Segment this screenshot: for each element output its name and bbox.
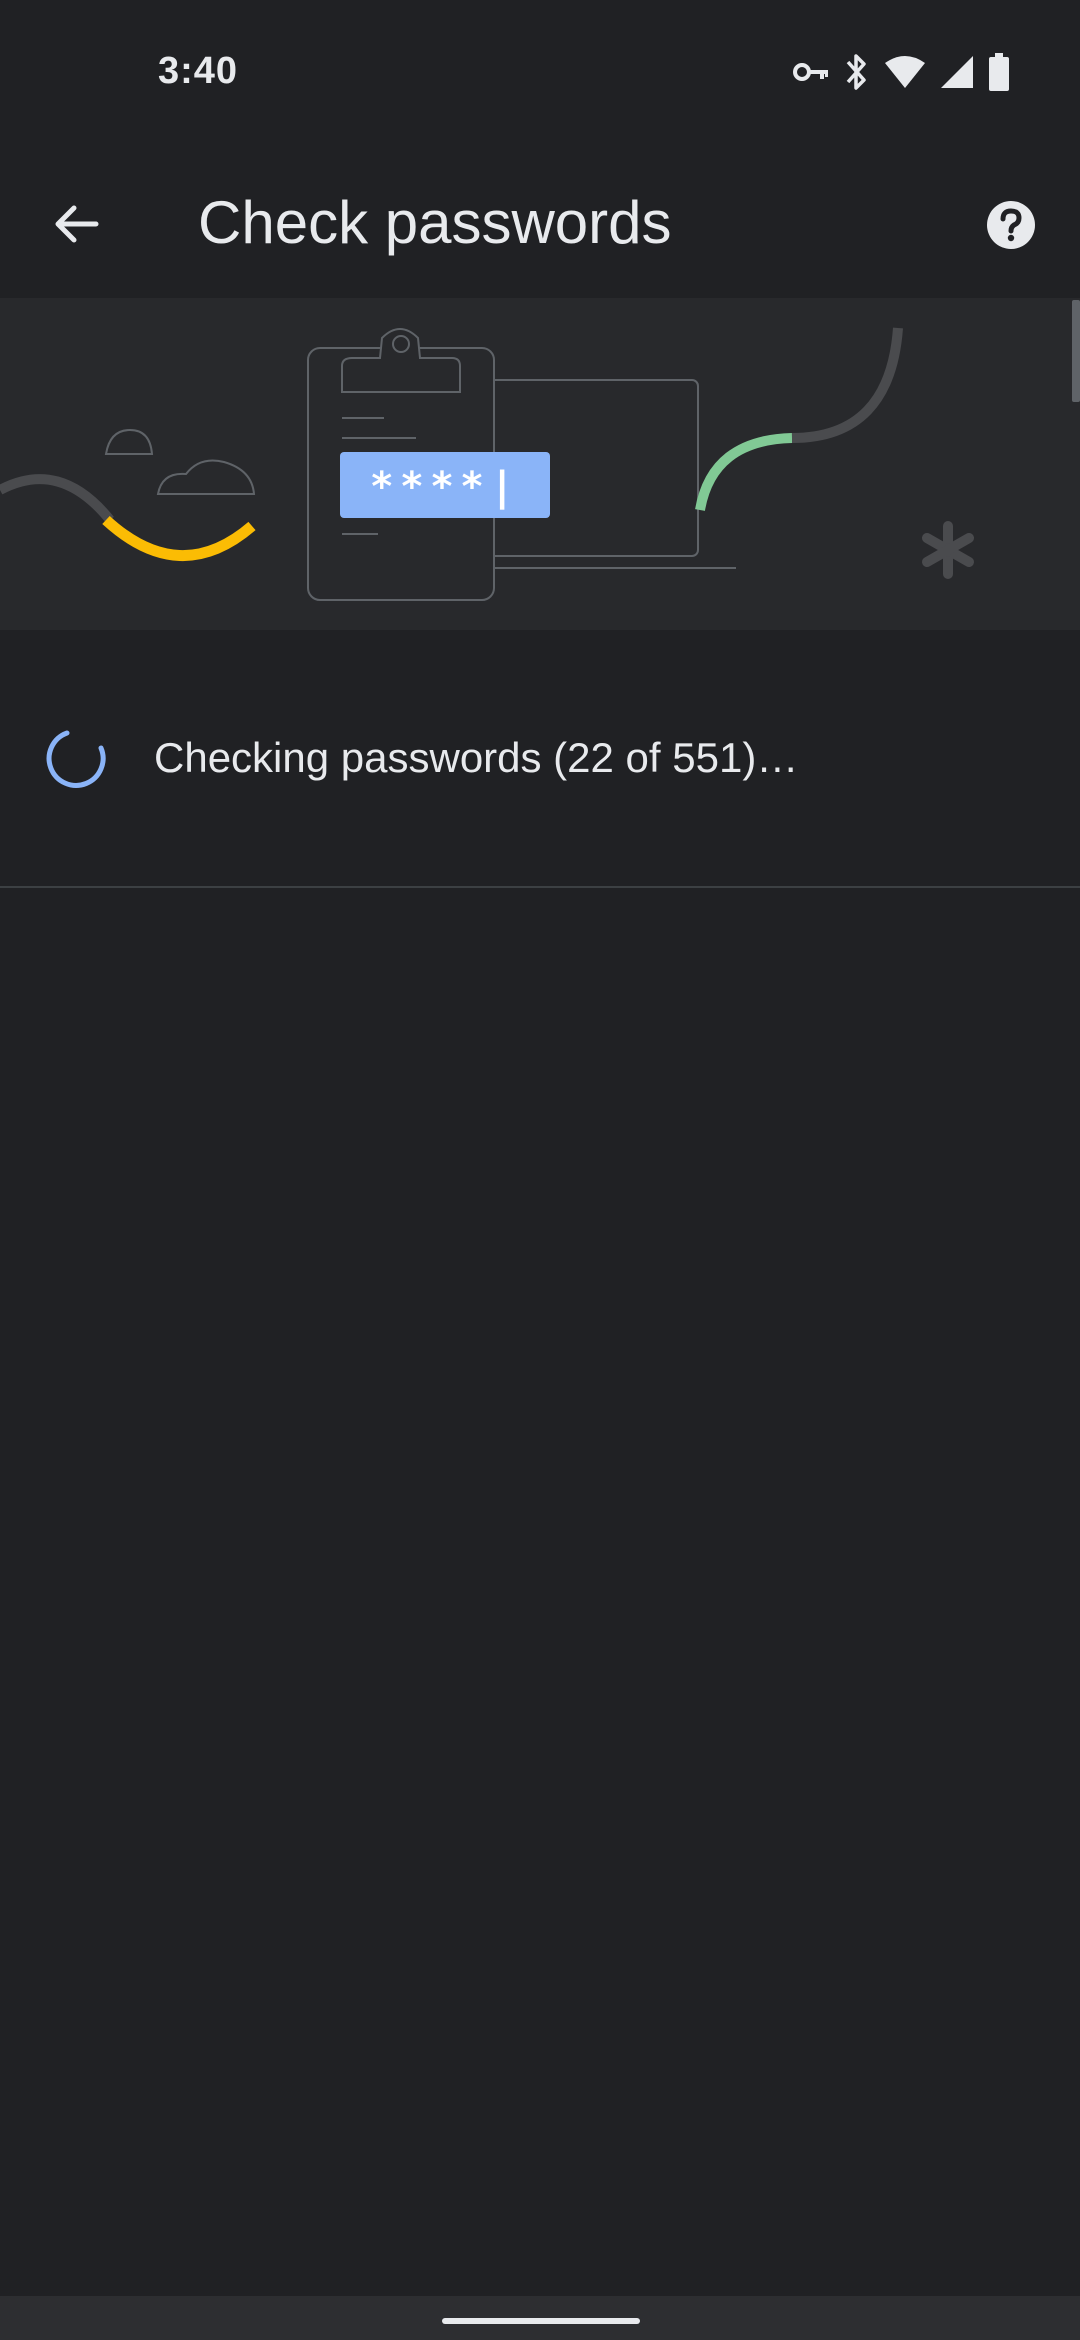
green-curve xyxy=(695,433,793,511)
help-icon xyxy=(986,200,1036,255)
divider xyxy=(0,886,1080,888)
page-title: Check passwords xyxy=(198,189,672,256)
check-passwords-screen: 3:40 Check passwords ****| Checking pass… xyxy=(0,0,1080,2340)
vpn-key-icon xyxy=(792,60,830,89)
asterisk-graphic xyxy=(922,521,974,579)
loading-spinner-icon xyxy=(46,728,108,790)
battery-icon xyxy=(988,52,1010,96)
scrollbar-thumb[interactable] xyxy=(1072,300,1080,402)
check-status-row: Checking passwords (22 of 551)… xyxy=(0,630,1080,886)
help-button[interactable] xyxy=(972,188,1050,266)
arrow-back-icon xyxy=(50,198,102,255)
check-passwords-illustration: ****| xyxy=(0,298,1080,630)
yellow-curve xyxy=(102,515,256,561)
cloud-small xyxy=(104,428,154,455)
back-button[interactable] xyxy=(36,186,116,266)
home-gesture-handle[interactable] xyxy=(442,2318,640,2324)
cell-signal-icon xyxy=(940,55,974,94)
cloud-large xyxy=(156,459,256,495)
status-time: 3:40 xyxy=(158,50,239,92)
check-status-text: Checking passwords (22 of 551)… xyxy=(154,734,799,781)
wifi-icon xyxy=(884,55,926,94)
status-icons xyxy=(792,52,1010,96)
status-bar: 3:40 xyxy=(0,0,1080,150)
password-field-text: ****| xyxy=(370,464,520,511)
app-bar: Check passwords xyxy=(0,150,1080,298)
bluetooth-icon xyxy=(844,52,870,97)
gesture-nav-bar xyxy=(0,2296,1080,2340)
